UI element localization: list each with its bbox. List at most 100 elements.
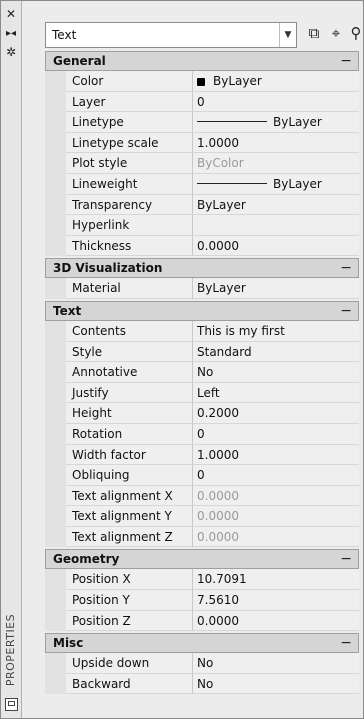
property-row[interactable]: Upside down No xyxy=(45,653,359,674)
property-name: Text alignment Y xyxy=(66,506,193,527)
property-row[interactable]: Text alignment X 0.0000 xyxy=(45,485,359,507)
palette-properties-icon[interactable] xyxy=(5,698,18,711)
gear-icon[interactable]: ✲ xyxy=(4,45,18,59)
property-value-text: 0 xyxy=(197,426,205,441)
property-name: Position Z xyxy=(66,610,193,632)
property-value[interactable]: ByLayer xyxy=(193,112,359,133)
row-gutter xyxy=(45,173,66,195)
property-value-text: ByLayer xyxy=(273,115,322,130)
autohide-icon[interactable]: ▸◂ xyxy=(4,27,18,41)
property-value[interactable]: ByColor xyxy=(193,153,359,174)
property-value[interactable]: 0 xyxy=(193,91,359,113)
property-row[interactable]: Backward No xyxy=(45,673,359,695)
property-row[interactable]: Hyperlink xyxy=(45,215,359,236)
property-value[interactable]: 0.0000 xyxy=(193,485,359,507)
select-objects-icon[interactable]: ⌖ xyxy=(327,24,345,42)
property-value[interactable]: 0.0000 xyxy=(193,526,359,548)
property-value[interactable]: 7.5610 xyxy=(193,590,359,611)
property-value[interactable]: No xyxy=(193,673,359,695)
property-row[interactable]: Text alignment Y 0.0000 xyxy=(45,506,359,527)
quick-select-icon[interactable]: ⚲ xyxy=(347,24,364,42)
collapse-icon[interactable]: − xyxy=(340,52,352,70)
section-title: Geometry xyxy=(53,552,120,567)
property-row[interactable]: Contents This is my first xyxy=(45,320,359,342)
color-swatch-icon xyxy=(197,78,205,86)
property-value-text: 7.5610 xyxy=(197,593,239,608)
property-value[interactable]: This is my first xyxy=(193,320,359,342)
property-value[interactable]: ByLayer xyxy=(193,71,359,92)
property-value[interactable]: 1.0000 xyxy=(193,132,359,154)
row-gutter xyxy=(45,403,66,424)
property-grid: General − Color ByLayer Layer 0 Linetype ByLaye… xyxy=(45,51,359,695)
property-value[interactable]: ByLayer xyxy=(193,194,359,216)
property-row[interactable]: Layer 0 xyxy=(45,91,359,113)
property-name: Material xyxy=(66,278,193,299)
object-type-value: Text xyxy=(52,28,77,42)
property-row[interactable]: Thickness 0.0000 xyxy=(45,235,359,257)
property-row[interactable]: Plot style ByColor xyxy=(45,153,359,174)
property-row[interactable]: Height 0.2000 xyxy=(45,403,359,424)
property-value[interactable]: ByLayer xyxy=(193,173,359,195)
property-value[interactable]: 0.2000 xyxy=(193,403,359,424)
property-row[interactable]: Style Standard xyxy=(45,341,359,363)
row-gutter xyxy=(45,590,66,611)
property-value[interactable]: 1.0000 xyxy=(193,444,359,466)
property-value[interactable]: Left xyxy=(193,382,359,404)
property-row[interactable]: Rotation 0 xyxy=(45,423,359,445)
property-name: Linetype scale xyxy=(66,132,193,154)
row-gutter xyxy=(45,673,66,695)
property-row[interactable]: Position X 10.7091 xyxy=(45,569,359,591)
toolbar: Text ▼ ⧉ ⌖ ⚲ xyxy=(27,4,362,48)
property-row[interactable]: Lineweight ByLayer xyxy=(45,173,359,195)
property-value[interactable]: 0.0000 xyxy=(193,610,359,632)
collapse-icon[interactable]: − xyxy=(340,259,352,277)
toggle-pickadd-icon[interactable]: ⧉ xyxy=(305,24,323,42)
property-value[interactable]: No xyxy=(193,362,359,383)
property-value[interactable] xyxy=(193,215,359,236)
property-row[interactable]: Obliquing 0 xyxy=(45,465,359,486)
section-header-misc[interactable]: Misc − xyxy=(45,633,359,654)
property-row[interactable]: Color ByLayer xyxy=(45,71,359,92)
property-value[interactable]: Standard xyxy=(193,341,359,363)
property-value[interactable]: 0.0000 xyxy=(193,235,359,257)
collapse-icon[interactable]: − xyxy=(340,634,352,652)
property-row[interactable]: Transparency ByLayer xyxy=(45,194,359,216)
property-row[interactable]: Justify Left xyxy=(45,382,359,404)
property-name: Hyperlink xyxy=(66,215,193,236)
property-name: Lineweight xyxy=(66,173,193,195)
property-value[interactable]: 0 xyxy=(193,423,359,445)
property-row[interactable]: Annotative No xyxy=(45,362,359,383)
property-row[interactable]: Position Z 0.0000 xyxy=(45,610,359,632)
property-value-text: 0 xyxy=(197,468,205,483)
collapse-icon[interactable]: − xyxy=(340,550,352,568)
property-value[interactable]: 10.7091 xyxy=(193,569,359,591)
property-row[interactable]: Position Y 7.5610 xyxy=(45,590,359,611)
property-row[interactable]: Width factor 1.0000 xyxy=(45,444,359,466)
palette-title: PROPERTIES xyxy=(4,613,17,687)
chevron-down-icon[interactable]: ▼ xyxy=(279,23,296,47)
property-value[interactable]: No xyxy=(193,653,359,674)
row-gutter xyxy=(45,485,66,507)
property-row[interactable]: Linetype scale 1.0000 xyxy=(45,132,359,154)
property-value[interactable]: 0.0000 xyxy=(193,506,359,527)
property-row[interactable]: Text alignment Z 0.0000 xyxy=(45,526,359,548)
section-header-3d-visualization[interactable]: 3D Visualization − xyxy=(45,258,359,279)
close-icon[interactable]: ✕ xyxy=(4,7,18,21)
property-value-text: This is my first xyxy=(197,323,285,338)
section-header-text[interactable]: Text − xyxy=(45,300,359,321)
property-value[interactable]: 0 xyxy=(193,465,359,486)
section-header-geometry[interactable]: Geometry − xyxy=(45,549,359,570)
line-preview-icon xyxy=(197,121,267,123)
collapse-icon[interactable]: − xyxy=(340,302,352,320)
property-value-text: 0.0000 xyxy=(197,529,239,544)
property-value[interactable]: ByLayer xyxy=(193,278,359,299)
property-row[interactable]: Linetype ByLayer xyxy=(45,112,359,133)
property-value-text: ByLayer xyxy=(213,74,262,88)
section-title: General xyxy=(53,54,106,68)
object-type-dropdown[interactable]: Text ▼ xyxy=(45,22,297,48)
property-row[interactable]: Material ByLayer xyxy=(45,278,359,299)
section-header-general[interactable]: General − xyxy=(45,51,359,71)
property-name: Text alignment Z xyxy=(66,526,193,548)
property-value-text: 0.0000 xyxy=(197,488,239,503)
property-value-text: ByLayer xyxy=(197,281,246,296)
